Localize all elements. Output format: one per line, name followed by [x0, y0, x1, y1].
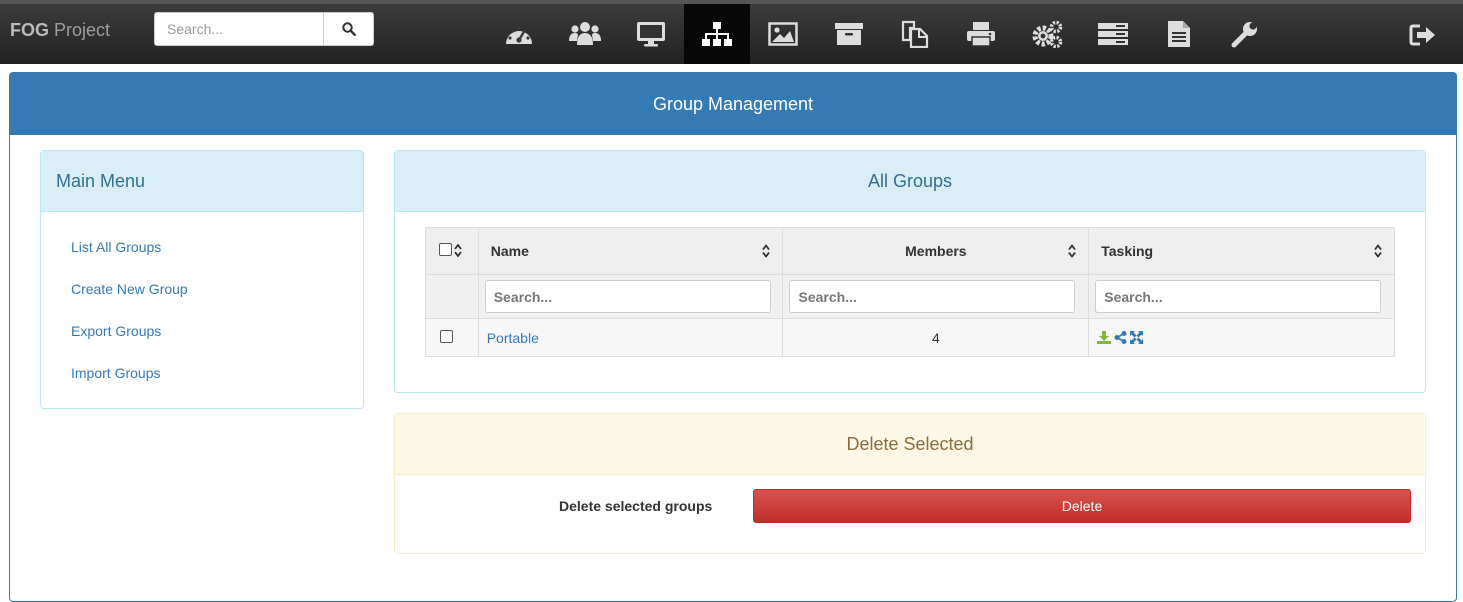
logout-button[interactable] — [1406, 20, 1440, 50]
nav-search-button[interactable] — [324, 12, 374, 46]
sort-icon[interactable] — [1068, 244, 1076, 258]
expand-icon[interactable] — [1130, 331, 1144, 344]
menu-item-list-all-groups: List All Groups — [71, 226, 363, 268]
share-icon[interactable] — [1114, 331, 1127, 344]
nav-users[interactable] — [552, 4, 618, 64]
filter-cell-name — [477, 274, 784, 319]
nav-groups[interactable] — [684, 4, 750, 64]
cogs-icon — [1032, 20, 1063, 48]
archive-icon — [835, 23, 863, 45]
all-groups-panel: All Groups Name Members Tasking Search..… — [394, 150, 1426, 393]
brand-text: Project — [49, 20, 111, 40]
menu-link-create-new-group[interactable]: Create New Group — [71, 281, 188, 297]
column-header-name[interactable]: Name — [477, 227, 784, 275]
delete-button[interactable]: Delete — [753, 489, 1411, 523]
group-name-link[interactable]: Portable — [479, 330, 539, 346]
nav-search-input[interactable] — [154, 12, 324, 46]
menu-link-export-groups[interactable]: Export Groups — [71, 323, 161, 339]
users-icon — [569, 22, 601, 45]
nav-plugins[interactable] — [1080, 4, 1146, 64]
main-menu-title: Main Menu — [41, 151, 363, 212]
desktop-icon — [637, 22, 665, 47]
select-all-checkbox[interactable] — [439, 243, 452, 256]
nav-storage[interactable] — [816, 4, 882, 64]
nav-service-config[interactable] — [1014, 4, 1080, 64]
copy-icon — [901, 20, 929, 48]
delete-selected-panel: Delete Selected Delete selected groups D… — [394, 413, 1426, 554]
sign-out-icon — [1409, 24, 1435, 46]
filter-cell-members — [782, 274, 1090, 319]
dashboard-icon — [506, 26, 532, 44]
column-header-members[interactable]: Members — [782, 227, 1090, 275]
menu-link-import-groups[interactable]: Import Groups — [71, 365, 160, 381]
sitemap-icon — [702, 22, 732, 46]
page-title: Group Management — [10, 73, 1456, 135]
filter-cell-empty — [425, 274, 479, 319]
all-groups-title: All Groups — [395, 151, 1425, 212]
column-tasking-label: Tasking — [1101, 243, 1154, 259]
filter-cell-tasking — [1088, 274, 1395, 319]
menu-item-export-groups: Export Groups — [71, 310, 363, 352]
row-select-cell — [425, 318, 479, 357]
nav-reports[interactable] — [1146, 4, 1212, 64]
nav-snapins[interactable] — [882, 4, 948, 64]
members-filter-input[interactable] — [789, 280, 1076, 313]
column-members-label: Members — [905, 243, 967, 259]
column-header-tasking[interactable]: Tasking — [1088, 227, 1395, 275]
table-header-row: Name Members Tasking — [425, 227, 1395, 275]
print-icon — [967, 22, 995, 47]
delete-selected-label: Delete selected groups — [559, 498, 713, 514]
tasking-icons — [1089, 331, 1394, 344]
brand-bold: FOG — [10, 20, 49, 40]
download-icon[interactable] — [1097, 331, 1112, 344]
column-name-label: Name — [490, 243, 529, 259]
sort-icon[interactable] — [454, 244, 462, 257]
document-icon — [1168, 21, 1190, 47]
main-menu-panel: Main Menu List All Groups Create New Gro… — [40, 150, 364, 409]
menu-item-create-new-group: Create New Group — [71, 268, 363, 310]
sort-icon[interactable] — [1374, 244, 1382, 258]
nav-fog-configuration[interactable] — [1212, 4, 1278, 64]
menu-item-import-groups: Import Groups — [71, 352, 363, 394]
group-name-cell: Portable — [477, 318, 784, 357]
group-members-cell: 4 — [782, 318, 1090, 357]
image-icon — [768, 22, 798, 46]
nav-dashboard[interactable] — [486, 4, 552, 64]
main-menu-list: List All Groups Create New Group Export … — [41, 212, 363, 394]
sort-icon[interactable] — [762, 244, 771, 258]
server-icon — [1098, 23, 1128, 45]
select-all-header — [425, 227, 479, 275]
row-checkbox[interactable] — [440, 329, 453, 343]
table-row: Portable 4 — [425, 318, 1395, 357]
delete-selected-title: Delete Selected — [395, 414, 1425, 475]
top-navbar: FOG Project — [0, 0, 1463, 64]
nav-hosts[interactable] — [618, 4, 684, 64]
table-filter-row — [425, 274, 1395, 319]
menu-link-list-all-groups[interactable]: List All Groups — [71, 239, 161, 255]
nav-printers[interactable] — [948, 4, 1014, 64]
main-nav — [486, 4, 1278, 64]
groups-table: Name Members Tasking Search... Search...… — [425, 227, 1395, 357]
group-tasking-cell — [1088, 318, 1395, 357]
tasking-filter-input[interactable] — [1095, 280, 1382, 313]
search-icon — [341, 22, 356, 36]
nav-search — [154, 12, 374, 46]
wrench-icon — [1231, 22, 1257, 48]
brand-logo[interactable]: FOG Project — [10, 20, 110, 41]
name-filter-input[interactable] — [484, 280, 771, 313]
nav-images[interactable] — [750, 4, 816, 64]
